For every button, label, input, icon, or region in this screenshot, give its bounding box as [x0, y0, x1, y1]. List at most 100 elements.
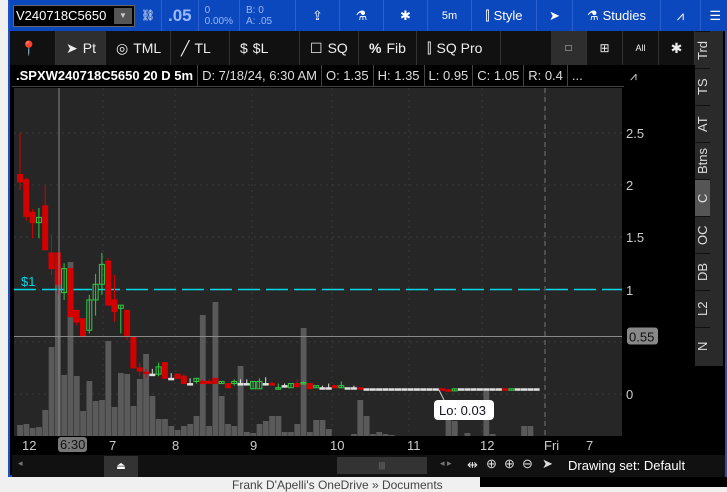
candle-body [111, 299, 118, 312]
volume-bar [162, 419, 168, 436]
volume-bar [521, 426, 527, 436]
x-tick-label: 7 [586, 438, 594, 453]
menu-icon[interactable]: ☰ [701, 0, 727, 31]
side-tab-n[interactable]: N [695, 327, 710, 364]
side-tab-trd[interactable]: Trd [695, 31, 710, 68]
candle-body [187, 383, 194, 386]
candle-body [521, 388, 527, 391]
side-tab-oc[interactable]: OC [695, 216, 710, 253]
volume-bar [80, 411, 86, 436]
candle-body [281, 385, 288, 388]
candle-body [401, 388, 408, 391]
background-window-text: Frank D'Apelli's OneDrive » Documents [232, 478, 443, 492]
y-tick-label: 2.5 [626, 126, 644, 141]
side-tab-ts[interactable]: TS [695, 68, 710, 105]
volume-bar [325, 429, 332, 436]
cursor-icon[interactable]: ➤ [542, 456, 553, 472]
x-tick-label: 12 [480, 438, 495, 453]
volume-bar [155, 419, 162, 436]
side-tab-at[interactable]: AT [695, 105, 710, 142]
volume-bar [262, 421, 269, 436]
y-tick-label: 2 [626, 178, 633, 193]
candle-body [105, 260, 112, 306]
side-tab-l2[interactable]: L2 [695, 290, 710, 327]
volume-bar [61, 375, 68, 436]
candle-body [54, 252, 61, 285]
candle-body [161, 362, 168, 379]
candle-body [306, 383, 313, 390]
volume-bar [124, 374, 131, 436]
volume-bar [527, 426, 534, 436]
side-tab-db[interactable]: DB [695, 253, 710, 290]
side-tab-c[interactable]: C [695, 179, 710, 216]
chart-scrollbar: ◂ ⏏ ||| ◂ ▸ ⇹ ⊕ ⊕ ⊖ ➤ Drawing set: Defau… [12, 455, 725, 477]
candle-body [382, 388, 389, 391]
candle-body [344, 387, 351, 390]
price-chart[interactable]: $1 Lo: 0.03 2.5 2 1.5 1 0 0.55 ⩘ [10, 0, 695, 436]
y-tick-label: 1.5 [626, 230, 644, 245]
volume-bar [143, 354, 149, 436]
volume-bar [193, 416, 200, 436]
crosshair-icon[interactable]: ⊕ [486, 456, 497, 472]
volume-bar [212, 302, 219, 436]
volume-bar [99, 400, 105, 436]
scroll-left-icon[interactable]: ◂ [18, 458, 23, 469]
volume-bar [118, 373, 124, 436]
volume-bar [48, 347, 55, 436]
candle-body [527, 388, 534, 391]
y-tick-label: 1 [626, 283, 633, 298]
candle-body [357, 387, 364, 390]
candle-body [388, 388, 395, 391]
volume-bar [86, 381, 93, 436]
candle-body [420, 388, 427, 391]
scroll-arrows-icon[interactable]: ◂ ▸ [440, 458, 452, 469]
y-tick-label: 0 [626, 387, 633, 402]
pan-icon[interactable]: ⇹ [467, 457, 478, 473]
volume-bar [218, 396, 225, 436]
candle-body [439, 388, 446, 391]
volume-bar [357, 400, 364, 436]
volume-bar [42, 410, 49, 436]
candle-body [325, 387, 332, 390]
volume-bar [168, 426, 175, 436]
chart-window: V240718C5650 ▼ ⛓ .05 0 0.00% B: 0 A: .05 ⇪ … [8, 0, 727, 477]
volume-bar [294, 424, 301, 436]
volume-bar [319, 420, 326, 436]
zoom-in-icon[interactable]: ⊕ [504, 456, 515, 472]
volume-bar [23, 424, 30, 436]
volume-bar [36, 427, 42, 436]
candle-body [29, 211, 36, 224]
candle-body [464, 388, 471, 391]
crosshair-time-label: 6:30 [58, 437, 88, 452]
zoom-out-icon[interactable]: ⊖ [522, 456, 533, 472]
volume-bar [363, 416, 370, 436]
candle-body [212, 377, 219, 385]
volume-bar [451, 421, 458, 436]
price-level-label: $1 [21, 274, 35, 289]
candle-body [533, 388, 540, 391]
candle-body [143, 371, 149, 375]
candle-body [17, 174, 23, 183]
candle-body [130, 336, 137, 369]
drawing-set-selector[interactable]: Drawing set: Default [568, 458, 685, 473]
x-tick-label: 8 [172, 438, 180, 453]
expand-icon[interactable]: ⏏ [104, 456, 138, 477]
candle-body [224, 383, 231, 389]
x-tick-label: 11 [407, 438, 421, 453]
volume-bar [237, 366, 244, 436]
volume-bar [313, 420, 320, 436]
x-tick-label: Fri [544, 438, 560, 453]
volume-bar [29, 428, 36, 436]
volume-bar [231, 426, 238, 436]
candle-body [514, 388, 521, 391]
volume-bar [136, 379, 143, 436]
volume-bar [256, 424, 263, 436]
candle-body [269, 383, 275, 386]
volume-bar [269, 416, 275, 436]
candle-body [489, 388, 496, 391]
side-tab-btns[interactable]: Btns [695, 142, 710, 179]
candle-body [262, 383, 269, 386]
volume-bar [225, 424, 231, 436]
side-tabs: Trd TS AT Btns C OC DB L2 N [695, 31, 723, 366]
scroll-thumb[interactable]: ||| [337, 457, 427, 474]
